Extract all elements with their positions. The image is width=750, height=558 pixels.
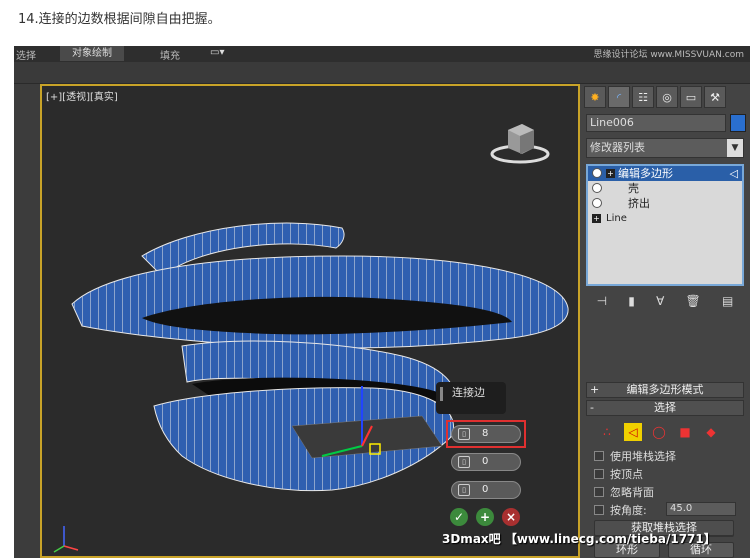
- create-icon[interactable]: ✸: [584, 86, 606, 108]
- display-icon[interactable]: ▭: [680, 86, 702, 108]
- checkbox[interactable]: [594, 487, 604, 497]
- expand-icon[interactable]: +: [592, 214, 601, 223]
- checkbox-label: 按顶点: [610, 468, 643, 481]
- modify-icon[interactable]: ◜: [608, 86, 630, 108]
- use-stack-selection-row[interactable]: 使用堆栈选择: [594, 448, 676, 464]
- stack-item-line[interactable]: + Line: [588, 211, 742, 226]
- by-vertex-row[interactable]: 按顶点: [594, 466, 643, 482]
- stack-item-label: 编辑多边形: [618, 167, 673, 180]
- lightbulb-icon[interactable]: [592, 198, 602, 208]
- lightbulb-icon[interactable]: [592, 183, 602, 193]
- edge-icon[interactable]: ◁: [624, 423, 642, 441]
- ribbon-tab-object-paint[interactable]: 对象绘制: [60, 46, 124, 61]
- expand-icon[interactable]: +: [606, 169, 615, 178]
- motion-icon[interactable]: ◎: [656, 86, 678, 108]
- configure-sets-icon[interactable]: ▤: [722, 294, 733, 308]
- modifier-list-dropdown[interactable]: 修改器列表 ▼: [586, 138, 744, 158]
- rollout-selection[interactable]: - 选择: [586, 400, 744, 416]
- utilities-icon[interactable]: ⚒: [704, 86, 726, 108]
- show-end-result-icon[interactable]: ▮: [628, 294, 635, 308]
- ribbon-panel-strip: [14, 62, 750, 84]
- border-icon[interactable]: ◯: [650, 423, 668, 441]
- stack-item-extrude[interactable]: 挤出: [588, 196, 742, 211]
- checkbox-label: 使用堆栈选择: [610, 450, 676, 463]
- make-unique-icon[interactable]: ∀: [656, 294, 664, 308]
- ribbon-tab-select[interactable]: 选择: [16, 47, 36, 62]
- watermark-text: 3Dmax吧 【www.linecg.com/tieba/1771】: [442, 532, 716, 546]
- object-name-field[interactable]: Line006: [586, 114, 726, 132]
- article-caption: 14.连接的边数根据间隙自由把握。: [18, 12, 221, 27]
- hierarchy-icon[interactable]: ☷: [632, 86, 654, 108]
- vertex-icon[interactable]: ∴: [598, 423, 616, 441]
- caddy-title-text: 连接边: [452, 386, 485, 399]
- element-icon[interactable]: ◆: [702, 423, 720, 441]
- slide-icon: ▯: [458, 484, 470, 496]
- checkbox[interactable]: [594, 469, 604, 479]
- command-panel-tabs: ✸ ◜ ☷ ◎ ▭ ⚒: [584, 86, 748, 108]
- stack-item-label: 挤出: [628, 197, 650, 210]
- ignore-backfacing-row[interactable]: 忽略背面: [594, 484, 654, 500]
- rollout-toggle-icon: +: [590, 383, 600, 396]
- segments-field[interactable]: ▯ 8: [451, 425, 521, 443]
- object-color-swatch[interactable]: [730, 114, 746, 132]
- caddy-handle[interactable]: [440, 387, 443, 401]
- caddy-actions: ✓ + ×: [450, 508, 520, 526]
- pinch-value: 0: [482, 456, 489, 467]
- modifier-list-label: 修改器列表: [590, 141, 645, 154]
- chevron-down-icon[interactable]: ▼: [727, 139, 743, 157]
- rollout-toggle-icon: -: [590, 401, 594, 414]
- stack-item-label: 壳: [628, 182, 639, 195]
- by-angle-row[interactable]: 按角度:: [594, 502, 647, 518]
- polygon-icon[interactable]: ■: [676, 423, 694, 441]
- subobject-selector: ∴ ◁ ◯ ■ ◆: [598, 422, 728, 442]
- slide-value: 0: [482, 484, 489, 495]
- ok-check-icon[interactable]: ✓: [450, 508, 468, 526]
- segments-value: 8: [482, 428, 489, 439]
- pinch-icon: ▯: [458, 456, 470, 468]
- pin-icon: ◁: [729, 167, 738, 180]
- segments-icon: ▯: [458, 428, 470, 440]
- pin-stack-icon[interactable]: ⊣: [597, 294, 607, 308]
- max-window: 选择 对象绘制 填充 ▭▾ 思缘设计论坛 www.MISSVUAN.com [+…: [14, 46, 750, 558]
- rollout-title: 编辑多边形模式: [626, 383, 704, 396]
- modifier-stack: + 编辑多边形 ◁ 壳 挤出 + Line: [586, 164, 744, 286]
- connect-edges-caddy-title: 连接边: [436, 382, 506, 414]
- pinch-field[interactable]: ▯ 0: [451, 453, 521, 471]
- rollout-title: 选择: [654, 401, 676, 414]
- checkbox-label: 忽略背面: [610, 486, 654, 499]
- forum-logo: 思缘设计论坛 www.MISSVUAN.com: [593, 50, 744, 60]
- stack-toolbar: ⊣ ▮ ∀ 🗑 ▤: [586, 290, 744, 312]
- slide-field[interactable]: ▯ 0: [451, 481, 521, 499]
- stack-item-label: Line: [606, 213, 627, 224]
- command-panel: ✸ ◜ ☷ ◎ ▭ ⚒ Line006 修改器列表 ▼ + 编辑多边形 ◁ 壳: [580, 84, 750, 558]
- checkbox[interactable]: [594, 505, 604, 515]
- angle-spinner[interactable]: 45.0: [666, 502, 736, 516]
- lightbulb-icon[interactable]: [592, 168, 602, 178]
- ribbon-bar: 选择 对象绘制 填充 ▭▾ 思缘设计论坛 www.MISSVUAN.com: [14, 46, 750, 62]
- stack-item-shell[interactable]: 壳: [588, 181, 742, 196]
- apply-plus-icon[interactable]: +: [476, 508, 494, 526]
- stack-item-edit-poly[interactable]: + 编辑多边形 ◁: [588, 166, 742, 181]
- cancel-x-icon[interactable]: ×: [502, 508, 520, 526]
- left-toolbar: [14, 84, 40, 558]
- ribbon-tab-populate[interactable]: 填充: [160, 47, 180, 62]
- remove-modifier-icon[interactable]: 🗑: [686, 294, 701, 308]
- checkbox[interactable]: [594, 451, 604, 461]
- ribbon-dropdown-icon[interactable]: ▭▾: [210, 47, 224, 58]
- rollout-edit-poly-mode[interactable]: + 编辑多边形模式: [586, 382, 744, 398]
- checkbox-label: 按角度:: [610, 504, 647, 517]
